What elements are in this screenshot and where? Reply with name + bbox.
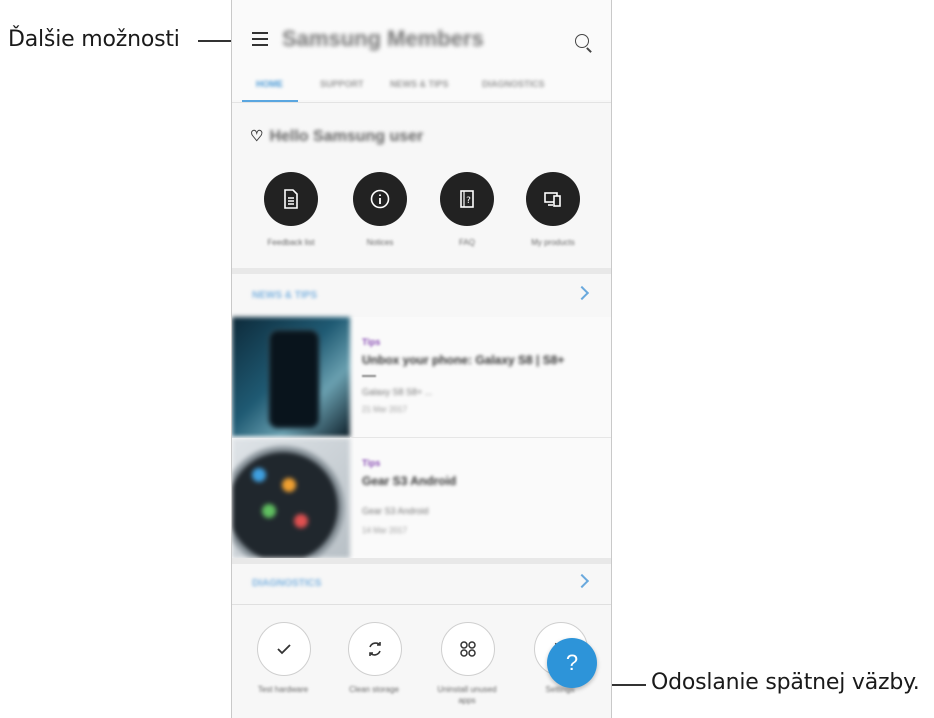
hamburger-icon[interactable] bbox=[252, 32, 268, 46]
news-dash bbox=[362, 375, 376, 377]
tab-diagnostics[interactable]: DIAGNOSTICS bbox=[482, 79, 545, 89]
news-title: Gear S3 Android bbox=[362, 474, 457, 488]
greeting: ♡ Hello Samsung user bbox=[250, 127, 423, 146]
news-tips-header[interactable]: NEWS & TIPS bbox=[232, 276, 611, 316]
feedback-list-label: Feedback list bbox=[267, 238, 315, 247]
news-tag: Tips bbox=[362, 458, 381, 468]
news-tag: Tips bbox=[362, 337, 381, 347]
notices-label: Notices bbox=[366, 238, 394, 247]
uninstall-apps-button[interactable] bbox=[441, 622, 495, 676]
devices-icon bbox=[544, 192, 561, 207]
diagnostics-header[interactable]: DIAGNOSTICS bbox=[232, 564, 611, 604]
news-description: Gear S3 Android bbox=[362, 506, 429, 516]
tab-home[interactable]: HOME bbox=[256, 79, 283, 89]
test-hardware-label: Test hardware bbox=[257, 685, 309, 694]
search-icon[interactable] bbox=[575, 34, 589, 48]
send-feedback-button[interactable]: ? bbox=[547, 638, 597, 688]
info-icon bbox=[370, 189, 390, 209]
news-tips-title: NEWS & TIPS bbox=[252, 290, 318, 301]
faq-book-icon: ? bbox=[460, 190, 474, 208]
news-item[interactable]: Tips Unbox your phone: Galaxy S8 | S8+ G… bbox=[232, 317, 611, 437]
notices-button[interactable] bbox=[353, 172, 407, 226]
tab-support[interactable]: SUPPORT bbox=[320, 79, 364, 89]
app-bar: Samsung Members HOME SUPPORT NEWS & TIPS… bbox=[232, 0, 611, 102]
chevron-right-icon bbox=[574, 573, 590, 589]
feedback-list-button[interactable] bbox=[264, 172, 318, 226]
tabs-divider bbox=[232, 102, 611, 103]
tab-bar: HOME SUPPORT NEWS & TIPS DIAGNOSTICS bbox=[242, 74, 602, 102]
uninstall-apps-label: Uninstall unused apps bbox=[437, 685, 497, 705]
callout-more-options: Ďalšie možnosti bbox=[8, 27, 180, 52]
callout-send-feedback: Odoslanie spätnej väzby. bbox=[651, 670, 920, 695]
test-hardware-button[interactable] bbox=[257, 622, 311, 676]
phone-screen: Samsung Members HOME SUPPORT NEWS & TIPS… bbox=[231, 0, 612, 718]
news-title: Unbox your phone: Galaxy S8 | S8+ bbox=[362, 353, 565, 367]
news-date: 14 Mar 2017 bbox=[362, 526, 407, 535]
heart-icon: ♡ bbox=[250, 128, 264, 145]
chevron-right-icon bbox=[574, 285, 590, 301]
section-separator bbox=[232, 268, 611, 274]
greeting-text: Hello Samsung user bbox=[269, 128, 424, 145]
phone-photo bbox=[232, 317, 350, 437]
my-products-button[interactable] bbox=[526, 172, 580, 226]
apps-grid-icon bbox=[460, 641, 476, 657]
news-item[interactable]: Tips Gear S3 Android Gear S3 Android 14 … bbox=[232, 438, 611, 558]
clean-storage-label: Clean storage bbox=[349, 685, 399, 694]
my-products-label: My products bbox=[531, 238, 575, 247]
diagnostics-title: DIAGNOSTICS bbox=[252, 578, 322, 589]
check-icon bbox=[277, 644, 291, 655]
news-date: 21 Mar 2017 bbox=[362, 405, 407, 414]
document-icon bbox=[284, 189, 298, 209]
refresh-icon bbox=[369, 642, 381, 656]
tab-news-tips[interactable]: NEWS & TIPS bbox=[390, 79, 449, 89]
news-description: Galaxy S8 S8+ ... bbox=[362, 387, 433, 397]
watch-photo bbox=[232, 438, 350, 558]
faq-button[interactable]: ? bbox=[440, 172, 494, 226]
faq-label: FAQ bbox=[458, 238, 475, 247]
settings-label: Settings bbox=[545, 685, 575, 694]
section-divider bbox=[232, 604, 611, 605]
svg-text:?: ? bbox=[466, 196, 471, 206]
app-title: Samsung Members bbox=[282, 26, 484, 51]
clean-storage-button[interactable] bbox=[348, 622, 402, 676]
